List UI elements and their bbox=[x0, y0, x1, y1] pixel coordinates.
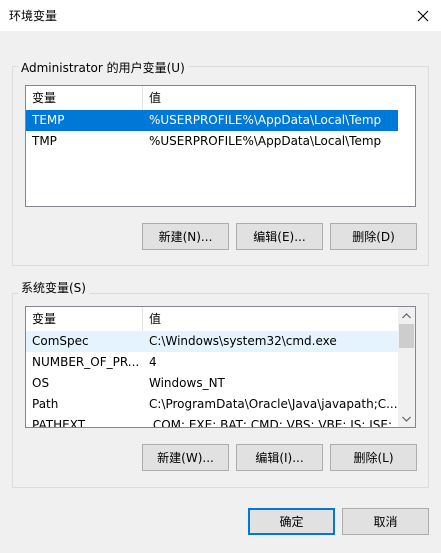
system-delete-button[interactable]: 删除(L) bbox=[330, 444, 417, 471]
var-value: .COM;.EXE;.BAT;.CMD;.VBS;.VBE;.JS;.JSE;.… bbox=[149, 418, 398, 428]
column-header-value[interactable]: 值 bbox=[143, 86, 415, 110]
system-var-row-comspec[interactable]: ComSpec C:\Windows\system32\cmd.exe bbox=[26, 331, 398, 352]
system-vars-label: 系统变量(S) bbox=[18, 279, 89, 296]
system-edit-button[interactable]: 编辑(I)... bbox=[236, 444, 323, 471]
var-value: C:\ProgramData\Oracle\Java\javapath;C... bbox=[149, 397, 398, 411]
user-vars-list[interactable]: 变量 值 TEMP %USERPROFILE%\AppData\Local\Te… bbox=[25, 85, 416, 207]
user-new-button[interactable]: 新建(N)... bbox=[142, 223, 229, 250]
system-var-row-pathext[interactable]: PATHEXT .COM;.EXE;.BAT;.CMD;.VBS;.VBE;.J… bbox=[26, 415, 398, 428]
var-value: 4 bbox=[149, 355, 157, 369]
user-delete-button[interactable]: 删除(D) bbox=[330, 223, 417, 250]
title-bar: 环境变量 bbox=[0, 0, 441, 31]
var-value: %USERPROFILE%\AppData\Local\Temp bbox=[149, 113, 382, 127]
var-name: TEMP bbox=[32, 113, 65, 127]
var-name: Path bbox=[32, 397, 59, 411]
var-value: C:\Windows\system32\cmd.exe bbox=[149, 334, 337, 348]
system-vars-list[interactable]: 变量 值 ComSpec C:\Windows\system32\cmd.exe… bbox=[25, 306, 416, 428]
system-vars-scrollbar[interactable] bbox=[398, 307, 415, 427]
user-var-row-temp[interactable]: TEMP %USERPROFILE%\AppData\Local\Temp bbox=[26, 110, 398, 131]
cancel-button[interactable]: 取消 bbox=[342, 508, 429, 535]
system-var-row-number-of-processors[interactable]: NUMBER_OF_PR... 4 bbox=[26, 352, 398, 373]
close-button[interactable] bbox=[405, 0, 441, 31]
ok-button[interactable]: 确定 bbox=[248, 508, 335, 535]
window-title: 环境变量 bbox=[9, 9, 58, 23]
scroll-up-button[interactable] bbox=[398, 307, 415, 324]
var-name: NUMBER_OF_PR... bbox=[32, 355, 140, 369]
column-header-variable[interactable]: 变量 bbox=[26, 86, 143, 110]
user-edit-button[interactable]: 编辑(E)... bbox=[236, 223, 323, 250]
var-name: PATHEXT bbox=[32, 418, 86, 428]
var-value: Windows_NT bbox=[149, 376, 225, 390]
user-var-row-tmp[interactable]: TMP %USERPROFILE%\AppData\Local\Temp bbox=[26, 131, 398, 152]
column-header-value[interactable]: 值 bbox=[143, 307, 398, 331]
column-header-variable[interactable]: 变量 bbox=[26, 307, 143, 331]
close-icon bbox=[417, 10, 429, 21]
var-name: ComSpec bbox=[32, 334, 89, 348]
var-name: OS bbox=[32, 376, 50, 390]
scroll-thumb[interactable] bbox=[399, 324, 414, 348]
system-vars-header: 变量 值 bbox=[26, 307, 398, 331]
system-var-row-path[interactable]: Path C:\ProgramData\Oracle\Java\javapath… bbox=[26, 394, 398, 415]
system-new-button[interactable]: 新建(W)... bbox=[142, 444, 229, 471]
var-name: TMP bbox=[32, 134, 57, 148]
chevron-down-icon bbox=[402, 416, 411, 422]
user-vars-header: 变量 值 bbox=[26, 86, 415, 110]
system-var-row-os[interactable]: OS Windows_NT bbox=[26, 373, 398, 394]
var-value: %USERPROFILE%\AppData\Local\Temp bbox=[149, 134, 382, 148]
scroll-down-button[interactable] bbox=[398, 410, 415, 427]
user-vars-label: Administrator 的用户变量(U) bbox=[18, 59, 188, 76]
chevron-up-icon bbox=[402, 312, 411, 318]
